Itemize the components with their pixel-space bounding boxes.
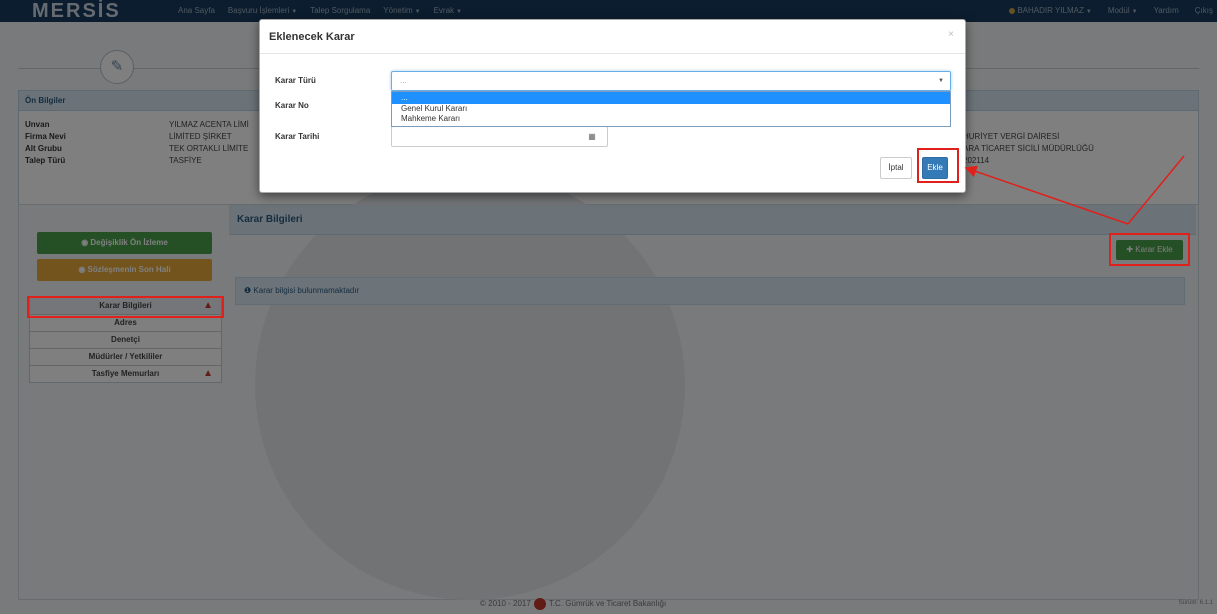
karar-turu-dropdown: ... Genel Kurul Kararı Mahkeme Kararı — [391, 91, 951, 127]
highlight-karar-ekle — [1109, 233, 1190, 266]
karar-tarihi-input[interactable]: ▦ — [391, 126, 608, 147]
calendar-icon[interactable]: ▦ — [577, 127, 607, 146]
close-icon[interactable]: × — [948, 30, 954, 40]
dropdown-option-mahkeme[interactable]: Mahkeme Kararı — [392, 114, 950, 124]
modal-header: Eklenecek Karar × — [260, 20, 965, 54]
dropdown-option-empty[interactable]: ... — [392, 92, 950, 104]
karar-no-label: Karar No — [275, 101, 309, 110]
karar-turu-select[interactable]: ... ▼ — [391, 71, 951, 91]
highlight-karar-bilgileri — [27, 296, 224, 318]
modal-title: Eklenecek Karar — [269, 31, 355, 43]
dropdown-option-genel-kurul[interactable]: Genel Kurul Kararı — [392, 104, 950, 114]
highlight-ekle — [917, 148, 959, 183]
caret-down-icon: ▼ — [938, 78, 944, 84]
iptal-button[interactable]: İptal — [880, 157, 912, 179]
karar-turu-label: Karar Türü — [275, 76, 316, 85]
eklenecek-karar-modal: Eklenecek Karar × Karar Türü ... ▼ Karar… — [259, 19, 966, 193]
karar-tarihi-label: Karar Tarihi — [275, 132, 320, 141]
